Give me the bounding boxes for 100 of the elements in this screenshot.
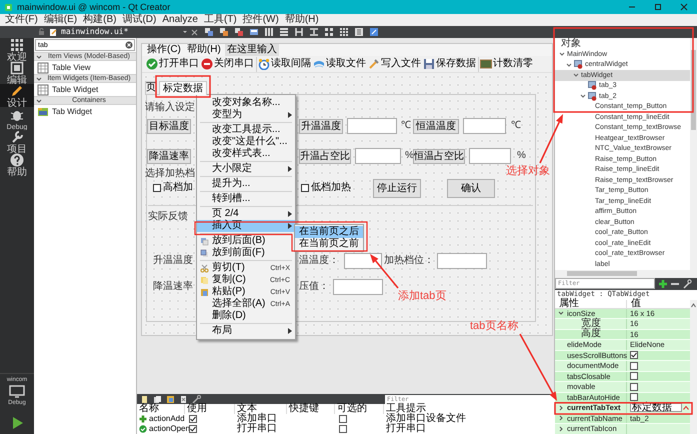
widget-item[interactable]: Table Widget xyxy=(34,83,136,96)
input-field[interactable] xyxy=(437,253,487,269)
menu-item[interactable]: 放到后面(B) xyxy=(197,235,295,247)
form-layout-icon[interactable] xyxy=(324,27,334,37)
scrollbar[interactable] xyxy=(690,300,697,434)
toolbar-button[interactable]: 关闭串口 xyxy=(200,56,255,72)
form-button[interactable]: 升温占空比 xyxy=(299,149,351,164)
chevron-down-icon[interactable] xyxy=(573,72,579,78)
signals-icon[interactable] xyxy=(219,27,230,37)
menu-item[interactable]: 控件(W) xyxy=(240,15,282,25)
menu-item[interactable]: 在当前页之后 xyxy=(295,226,363,238)
menu-item[interactable]: 改变对象名称... xyxy=(197,97,295,109)
file-name[interactable]: mainwindow.ui* xyxy=(61,28,128,36)
menu-item[interactable]: 变型为 xyxy=(197,109,295,121)
close-icon[interactable] xyxy=(679,3,689,11)
menu-item[interactable]: 改变工具提示... xyxy=(197,124,295,136)
menu-item[interactable]: 工具(T) xyxy=(200,15,240,25)
menu-item[interactable]: 页 2/4 xyxy=(197,208,295,220)
menu-item[interactable]: 大小限定 xyxy=(197,163,295,175)
wrench-icon[interactable] xyxy=(192,394,201,404)
menu-item[interactable]: 调试(D) xyxy=(119,15,160,25)
clear-icon[interactable] xyxy=(125,41,133,49)
columns-icon[interactable] xyxy=(264,27,274,37)
toolbar-button[interactable]: 读取间隔 xyxy=(256,56,312,72)
checkbox[interactable]: 高档加 xyxy=(153,183,193,193)
paste-icon[interactable] xyxy=(166,394,175,404)
widgets-icon[interactable] xyxy=(204,27,214,37)
widget-item[interactable]: Tab Widget xyxy=(34,105,136,118)
input-field[interactable] xyxy=(333,279,383,295)
menu-item[interactable]: 转到槽... xyxy=(197,193,295,205)
checkbox[interactable] xyxy=(339,415,347,423)
column-header[interactable]: 值 xyxy=(627,300,690,308)
column-header[interactable]: 快捷键 xyxy=(287,404,335,414)
run-icon[interactable] xyxy=(10,416,24,430)
chevron-down-icon[interactable] xyxy=(36,76,42,82)
delete-icon[interactable] xyxy=(179,394,188,404)
toolbar-button[interactable]: 写入文件 xyxy=(367,56,422,72)
menu-item[interactable]: 改变"这是什么"... xyxy=(197,136,295,148)
toolbar-button[interactable]: 读取文件 xyxy=(312,56,367,72)
input-field[interactable] xyxy=(344,253,382,269)
input-field[interactable] xyxy=(355,148,401,164)
input-field[interactable] xyxy=(347,118,397,134)
checkbox[interactable] xyxy=(339,425,347,433)
chevron-right-icon[interactable] xyxy=(558,415,564,422)
column-header[interactable]: 可选的 xyxy=(335,404,384,414)
splitter-icon[interactable] xyxy=(309,27,320,37)
form-button[interactable]: 降温速率 xyxy=(147,149,191,164)
column-header[interactable]: 文本 xyxy=(235,404,287,414)
menu-item[interactable]: 文件(F) xyxy=(2,15,41,25)
scrollbar[interactable] xyxy=(690,38,697,270)
buddy-icon[interactable] xyxy=(234,27,244,37)
menu-item[interactable]: Analyze xyxy=(159,15,201,25)
chevron-down-icon[interactable] xyxy=(580,93,586,100)
chevron-down-icon[interactable] xyxy=(36,98,42,104)
column-header[interactable]: 工具提示 xyxy=(384,404,555,414)
menu-item[interactable]: 帮助(H) xyxy=(184,45,223,55)
resize-icon[interactable] xyxy=(369,27,380,37)
copy-icon[interactable] xyxy=(153,394,162,404)
form-button[interactable]: 确认 xyxy=(447,179,495,198)
chevron-down-icon[interactable] xyxy=(566,62,572,68)
form-button[interactable]: 恒温占空比 xyxy=(413,149,465,164)
list-icon[interactable] xyxy=(354,27,364,37)
checkbox[interactable] xyxy=(630,382,638,391)
column-header[interactable]: 对象 xyxy=(555,38,690,49)
mode-button[interactable]: 设计 xyxy=(0,84,34,107)
checkbox[interactable] xyxy=(189,425,197,433)
chevron-right-icon[interactable] xyxy=(558,404,564,411)
caret-icon[interactable] xyxy=(182,29,188,35)
chevron-down-icon[interactable] xyxy=(558,310,564,316)
window-icon[interactable] xyxy=(249,27,260,37)
chevron-down-icon[interactable] xyxy=(559,51,565,58)
widget-item[interactable]: Table View xyxy=(34,61,136,74)
menu-item[interactable]: 帮助(H) xyxy=(282,15,322,25)
toolbar-button[interactable]: 计数清零 xyxy=(478,56,534,72)
checkbox[interactable] xyxy=(630,351,638,360)
tab[interactable]: 页 xyxy=(145,81,157,95)
column-header[interactable]: 使用 xyxy=(185,404,235,414)
rows-icon[interactable] xyxy=(279,27,290,37)
form-button[interactable]: 升温温度 xyxy=(299,119,343,134)
checkbox[interactable] xyxy=(189,415,197,423)
input-field[interactable] xyxy=(469,148,511,164)
form-button[interactable]: 恒温温度 xyxy=(413,119,459,134)
toolbar-button[interactable]: 保存数据 xyxy=(422,56,477,72)
document-icon[interactable] xyxy=(140,394,149,404)
form-button[interactable]: 目标温度 xyxy=(147,119,191,134)
column-header[interactable]: 名称 xyxy=(137,404,185,414)
maximize-icon[interactable] xyxy=(653,3,663,11)
grid-icon[interactable] xyxy=(339,27,350,37)
menu-item[interactable]: 改变样式表... xyxy=(197,148,295,160)
column-header[interactable]: 属性 xyxy=(555,300,627,308)
chevron-right-icon[interactable] xyxy=(558,426,564,432)
menu-item[interactable]: 编辑(E) xyxy=(40,15,80,25)
toolbar-button[interactable]: 打开串口 xyxy=(145,56,200,72)
menu-item[interactable]: 在当前页之前 xyxy=(295,238,363,250)
checkbox[interactable] xyxy=(630,372,638,380)
checkbox[interactable] xyxy=(630,393,638,402)
menu-item[interactable]: 布局 xyxy=(197,325,295,337)
menu-item[interactable]: 提升为... xyxy=(197,178,295,190)
scroll-up-icon[interactable] xyxy=(691,302,696,308)
checkbox[interactable]: 低档加热 xyxy=(301,183,351,193)
